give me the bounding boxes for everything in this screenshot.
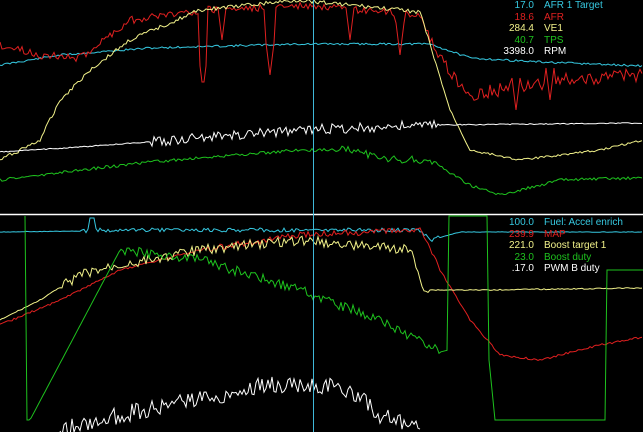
legend-label: Boost target 1 <box>544 240 607 251</box>
legend-label: RPM <box>544 46 567 57</box>
legend-value: 18.6 <box>514 11 534 23</box>
legend-label: TPS <box>544 34 564 46</box>
legend-value: 284.4 <box>508 23 534 34</box>
legend-label: MAP <box>544 228 566 240</box>
legend-value: 17.0 <box>514 0 534 11</box>
legend-value: 221.0 <box>508 240 534 251</box>
legend-value: 40.7 <box>514 34 534 46</box>
legend-label: Fuel: Accel enrich <box>544 217 623 228</box>
legend-label: AFR 1 Target <box>544 0 603 11</box>
legend-value: 23.0 <box>514 251 534 263</box>
legend-value: 239.9 <box>508 228 534 240</box>
legend-label: Boost duty <box>544 251 592 263</box>
legend-value: 100.0 <box>508 217 534 228</box>
datalog-plot-area[interactable] <box>0 0 643 432</box>
legend-value: 3398.0 <box>503 46 534 57</box>
legend-label: PWM B duty <box>544 263 600 274</box>
legend-label: VE1 <box>544 23 563 34</box>
legend-label: AFR <box>544 11 564 23</box>
legend-value: .17.0 <box>511 263 534 274</box>
